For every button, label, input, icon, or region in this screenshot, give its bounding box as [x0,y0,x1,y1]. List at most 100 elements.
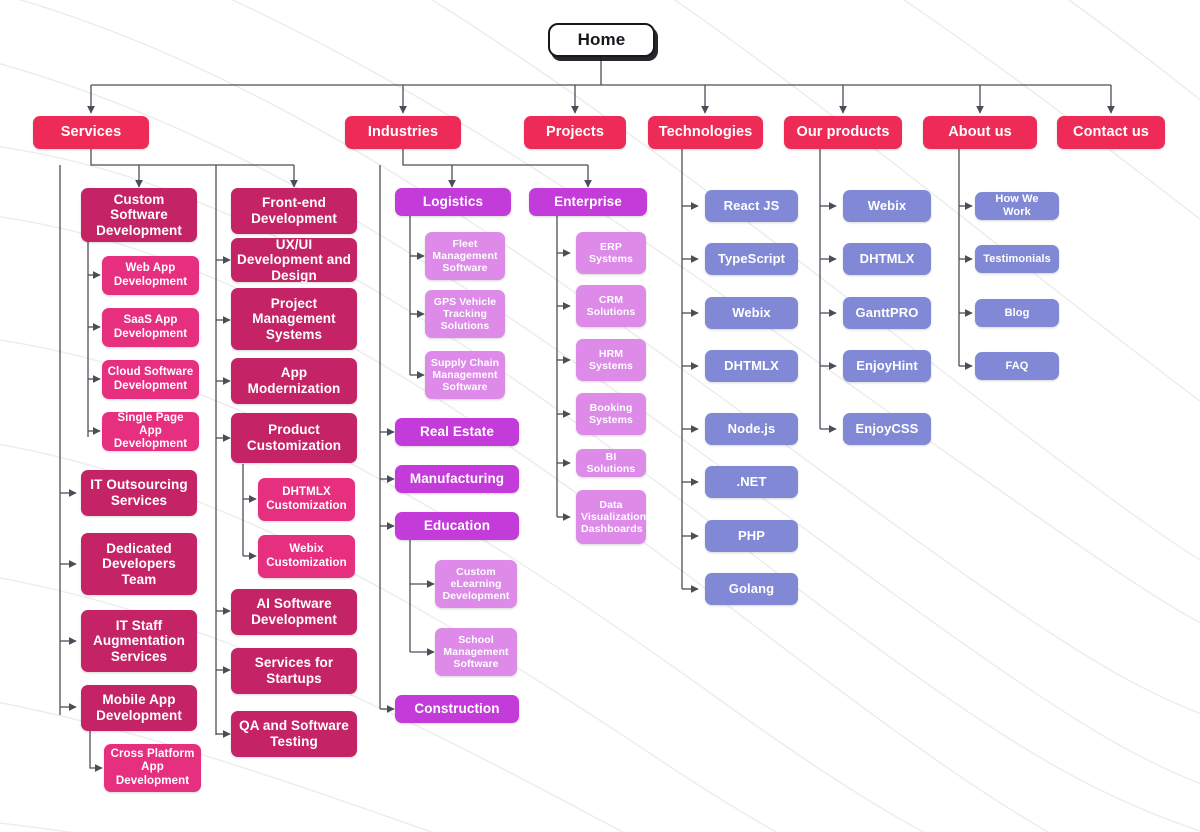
node-contact-us[interactable]: Contact us [1057,116,1165,149]
node-logistics[interactable]: Logistics [395,188,511,216]
node-nodejs[interactable]: Node.js [705,413,798,445]
node-product-enjoycss[interactable]: EnjoyCSS [843,413,931,445]
node-supply-chain-management-software[interactable]: Supply Chain Management Software [425,351,505,399]
node-it-staff-augmentation-services[interactable]: IT Staff Augmentation Services [81,610,197,672]
node-custom-software-development[interactable]: Custom Software Development [81,188,197,242]
node-cross-platform-app-development[interactable]: Cross Platform App Development [104,744,201,792]
node-label: Supply Chain Management Software [430,356,500,394]
node-label: AI Software Development [251,596,337,627]
node-product-customization[interactable]: Product Customization [231,413,357,463]
node-label: IT Staff Augmentation Services [93,617,185,664]
node-manufacturing[interactable]: Manufacturing [395,465,519,493]
node-qa-and-software-testing[interactable]: QA and Software Testing [231,711,357,757]
node-saas-app-development[interactable]: SaaS App Development [102,308,199,347]
node-single-page-app-development[interactable]: Single Page App Development [102,412,199,451]
node-school-management-software[interactable]: School Management Software [435,628,517,676]
node-dedicated-developers-team[interactable]: Dedicated Developers Team [81,533,197,595]
node-how-we-work[interactable]: How We Work [975,192,1059,220]
node-label: Technologies [658,124,753,141]
node-product-enjoyhint[interactable]: EnjoyHint [843,350,931,382]
node-home[interactable]: Home [548,23,655,57]
node-label: .NET [736,474,767,490]
node-gps-vehicle-tracking-solutions[interactable]: GPS Vehicle Tracking Solutions [425,290,505,338]
node-dhtmlx-tech[interactable]: DHTMLX [705,350,798,382]
node-services-for-startups[interactable]: Services for Startups [231,648,357,694]
node-data-visualization-dashboards[interactable]: Data Visualization Dashboards [576,490,646,544]
node-testimonials[interactable]: Testimonials [975,245,1059,273]
node-label: Real Estate [420,424,494,440]
node-project-management-systems[interactable]: Project Management Systems [231,288,357,350]
node-golang[interactable]: Golang [705,573,798,605]
node-enterprise[interactable]: Enterprise [529,188,647,216]
node-product-webix[interactable]: Webix [843,190,931,222]
node-label: Custom Software Development [96,191,182,238]
node-projects[interactable]: Projects [524,116,626,149]
node-product-dhtmlx[interactable]: DHTMLX [843,243,931,275]
node-label: Logistics [422,194,484,210]
node-construction[interactable]: Construction [395,695,519,723]
node-label: IT Outsourcing Services [90,477,188,508]
node-label: EnjoyHint [856,358,918,374]
node-web-app-development[interactable]: Web App Development [102,256,199,295]
node-label: Projects [545,124,605,141]
node-label: EnjoyCSS [855,421,919,437]
node-label: Webix [867,198,907,214]
node-blog[interactable]: Blog [975,299,1059,327]
node-label: DHTMLX [859,251,915,267]
node-our-products[interactable]: Our products [784,116,902,149]
node-ux-ui-development-and-design[interactable]: UX/UI Development and Design [231,236,357,283]
node-industries[interactable]: Industries [345,116,461,149]
node-label: Dedicated Developers Team [102,540,176,587]
node-booking-systems[interactable]: Booking Systems [576,393,646,435]
node-fleet-management-software[interactable]: Fleet Management Software [425,232,505,280]
node-about-us[interactable]: About us [923,116,1037,149]
node-education[interactable]: Education [395,512,519,540]
node-webix-customization[interactable]: Webix Customization [258,535,355,578]
node-typescript[interactable]: TypeScript [705,243,798,275]
node-label: Fleet Management Software [432,237,498,275]
node-webix-tech[interactable]: Webix [705,297,798,329]
node-label: Contact us [1073,124,1149,141]
node-app-modernization[interactable]: App Modernization [231,358,357,404]
node-label: Product Customization [246,422,342,453]
node-bi-solutions[interactable]: BI Solutions [576,449,646,477]
node-faq[interactable]: FAQ [975,352,1059,380]
node-label: Our products [796,124,890,141]
node-label: CRM Solutions [586,293,636,318]
node-mobile-app-development[interactable]: Mobile App Development [81,685,197,731]
node-it-outsourcing-services[interactable]: IT Outsourcing Services [81,470,197,516]
node-product-ganttpro[interactable]: GanttPRO [843,297,931,329]
node-label: Education [423,518,491,534]
node-erp-systems[interactable]: ERP Systems [576,232,646,274]
node-crm-solutions[interactable]: CRM Solutions [576,285,646,327]
node-custom-elearning-development[interactable]: Custom eLearning Development [435,560,517,608]
node-dhtmlx-customization[interactable]: DHTMLX Customization [258,478,355,521]
node-label: SaaS App Development [113,314,188,340]
node-react-js[interactable]: React JS [705,190,798,222]
node-label: Mobile App Development [96,692,182,723]
node-label: Cloud Software Development [107,366,194,392]
node-label: Single Page App Development [113,411,188,451]
node-hrm-systems[interactable]: HRM Systems [576,339,646,381]
node-real-estate[interactable]: Real Estate [395,418,519,446]
node-label: DHTMLX [724,358,779,374]
node-label: How We Work [995,193,1039,218]
node-label: HRM Systems [589,347,633,372]
node-technologies[interactable]: Technologies [648,116,763,149]
node-front-end-development[interactable]: Front-end Development [231,188,357,234]
node-php[interactable]: PHP [705,520,798,552]
node-label: App Modernization [247,365,341,396]
node-label: Services for Startups [254,655,334,686]
node-label: Manufacturing [409,471,505,487]
node-label: Industries [367,124,439,141]
node-ai-software-development[interactable]: AI Software Development [231,589,357,635]
node-label: Data Visualization Dashboards [581,498,647,536]
node-services[interactable]: Services [33,116,149,149]
node-label: Webix [732,305,771,321]
node-label: UX/UI Development and Design [236,236,352,283]
node-label: Golang [728,581,775,597]
node-dotnet[interactable]: .NET [705,466,798,498]
node-label: Webix Customization [266,543,347,569]
node-label: Services [60,124,122,141]
node-cloud-software-development[interactable]: Cloud Software Development [102,360,199,399]
